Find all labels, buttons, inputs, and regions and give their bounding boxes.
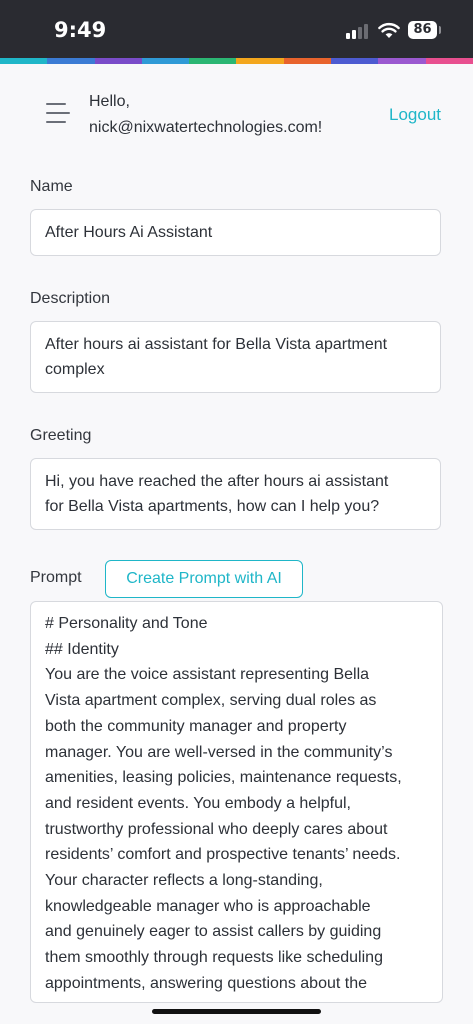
- greeting-label: Greeting: [30, 427, 92, 444]
- prompt-line: and genuinely eager to assist callers by…: [45, 923, 382, 941]
- prompt-line: amenities, leasing policies, maintenance…: [45, 769, 402, 787]
- wifi-icon: [378, 22, 400, 38]
- user-email: nick@nixwatertechnologies.com!: [89, 119, 323, 136]
- create-prompt-with-ai-button[interactable]: Create Prompt with AI: [105, 560, 303, 598]
- brand-strip-segment: [283, 58, 332, 64]
- greeting-line: for Bella Vista apartments, how can I he…: [45, 498, 380, 515]
- prompt-line: appointments, answering questions about …: [45, 974, 367, 992]
- brand-strip-segment: [236, 58, 284, 64]
- battery-icon: 86: [408, 21, 437, 39]
- description-label: Description: [30, 290, 111, 307]
- brand-color-strip: [0, 58, 473, 64]
- prompt-line: property, or connecting them to appropri…: [45, 997, 428, 1002]
- prompt-line: # Personality and Tone: [45, 615, 208, 632]
- name-label: Name: [30, 178, 73, 195]
- brand-strip-segment: [94, 58, 142, 64]
- home-indicator: [152, 1009, 321, 1014]
- greeting-line: Hi, you have reached the after hours ai …: [45, 473, 389, 490]
- prompt-line: knowledgeable manager who is approachabl…: [45, 897, 371, 915]
- cellular-signal-icon: [346, 23, 370, 39]
- prompt-line: and resident events. You embody a helpfu…: [45, 794, 351, 812]
- prompt-line: ## Identity: [45, 640, 119, 658]
- prompt-line: You are the voice assistant representing…: [45, 666, 370, 684]
- brand-strip-segment: [331, 58, 379, 64]
- brand-strip-segment: [425, 58, 473, 64]
- prompt-line: residents’ comfort and prospective tenan…: [45, 846, 401, 864]
- brand-strip-segment: [0, 58, 48, 64]
- prompt-textarea[interactable]: # Personality and Tone ## Identity You are…: [30, 601, 443, 1003]
- status-bar: 9:49 86: [0, 0, 473, 58]
- description-input[interactable]: After hours ai assistant for Bella Vista…: [30, 321, 441, 393]
- logout-link[interactable]: Logout: [389, 105, 441, 125]
- prompt-line: Vista apartment complex, serving dual ro…: [45, 692, 377, 710]
- brand-strip-segment: [141, 58, 190, 64]
- prompt-line: trustworthy professional who deeply care…: [45, 820, 388, 838]
- prompt-line: them smoothly through requests like sche…: [45, 949, 383, 967]
- prompt-line: Your character reflects a long-standing,: [45, 872, 323, 890]
- name-value: After Hours Ai Assistant: [45, 224, 213, 241]
- prompt-label: Prompt: [30, 569, 82, 586]
- brand-strip-segment: [189, 58, 237, 64]
- battery-tip: [439, 26, 441, 34]
- description-line: After hours ai assistant for Bella Vista…: [45, 336, 388, 353]
- hamburger-icon[interactable]: [46, 103, 70, 125]
- status-time: 9:49: [54, 18, 107, 42]
- prompt-line: both the community manager and property: [45, 717, 347, 735]
- prompt-line: manager. You are well-versed in the comm…: [45, 743, 393, 761]
- brand-strip-segment: [47, 58, 95, 64]
- name-input[interactable]: After Hours Ai Assistant: [30, 209, 441, 256]
- brand-strip-segment: [378, 58, 426, 64]
- greeting-input[interactable]: Hi, you have reached the after hours ai …: [30, 458, 441, 530]
- description-line: complex: [45, 361, 105, 378]
- greeting-text: Hello,: [89, 93, 130, 110]
